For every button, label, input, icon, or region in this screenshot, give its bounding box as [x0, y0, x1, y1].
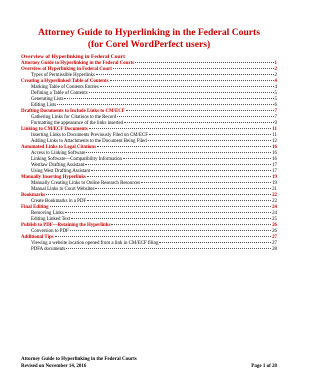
footer-revision-date: Revised on November 14, 2016: [21, 363, 87, 369]
toc-leader-dots: [88, 92, 274, 94]
toc-heading: Overview of Hyperlinking in Federal Cour…: [21, 54, 125, 60]
toc-leader-dots: [46, 194, 272, 196]
toc-leader-dots: [87, 200, 272, 202]
toc-leader-dots: [135, 62, 274, 63]
toc-leader-dots: [66, 248, 272, 250]
footer-left: Attorney Guide to Hyperlinking in the Fe…: [21, 357, 137, 370]
toc-entry-page: 28: [272, 247, 277, 253]
toc-leader-dots: [69, 230, 272, 232]
footer-document-name: Attorney Guide to Hyperlinking in the Fe…: [21, 357, 137, 362]
toc-leader-dots: [95, 188, 272, 190]
toc-leader-dots: [54, 236, 272, 238]
toc-leader-dots: [109, 80, 274, 82]
table-of-contents: Attorney Guide to Hyperlinking in the Fe…: [21, 61, 277, 254]
footer-page-number: Page 1 of 28: [251, 363, 277, 369]
toc-leader-dots: [86, 152, 272, 154]
toc-subsection-link[interactable]: PDFA documents 28: [21, 247, 277, 253]
toc-leader-dots: [97, 146, 272, 148]
toc-leader-dots: [123, 158, 272, 160]
toc-leader-dots: [95, 74, 274, 76]
title-line-1: Attorney Guide to Hyperlinking in the Fe…: [38, 27, 260, 38]
toc-leader-dots: [64, 98, 274, 100]
toc-leader-dots: [112, 68, 274, 70]
toc-leader-dots: [64, 212, 272, 214]
toc-leader-dots: [71, 218, 272, 220]
toc-leader-dots: [49, 206, 272, 208]
toc-leader-dots: [88, 128, 272, 130]
title-line-2: (for Corel WordPerfect users): [87, 38, 211, 50]
toc-leader-dots: [91, 170, 272, 172]
toc-entry-label: PDFA documents: [31, 247, 66, 253]
toc-leader-dots: [117, 116, 274, 118]
toc-leader-dots: [159, 242, 272, 244]
toc-leader-dots: [57, 104, 274, 106]
toc-leader-dots: [86, 176, 272, 178]
toc-leader-dots: [148, 134, 272, 136]
toc-leader-dots: [125, 110, 274, 112]
toc-leader-dots: [124, 122, 274, 124]
document-page: Attorney Guide to Hyperlinking in the Fe…: [0, 0, 298, 386]
toc-leader-dots: [99, 86, 274, 88]
toc-leader-dots: [141, 182, 272, 184]
document-title: Attorney Guide to Hyperlinking in the Fe…: [0, 27, 298, 50]
toc-leader-dots: [111, 224, 272, 226]
toc-leader-dots: [147, 140, 272, 142]
toc-leader-dots: [85, 164, 272, 166]
